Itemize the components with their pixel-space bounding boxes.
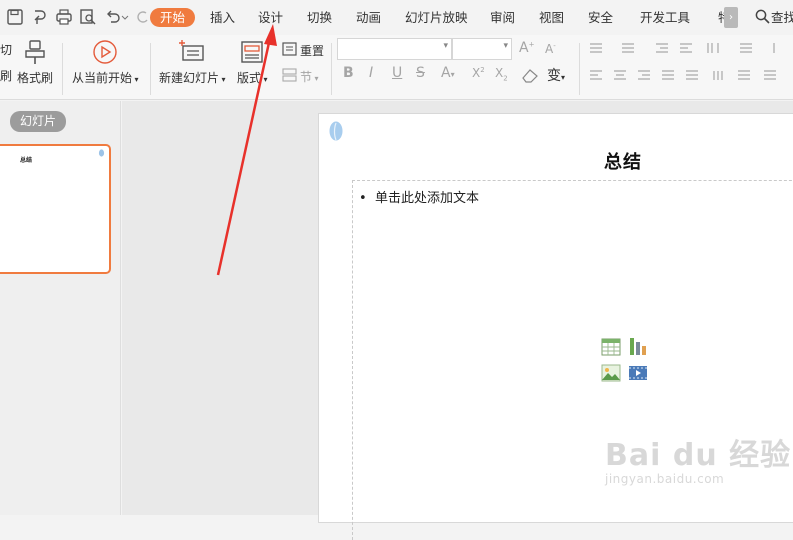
- alignment-tools-icon[interactable]: [588, 68, 788, 82]
- brush-label-partial[interactable]: 刷: [0, 67, 12, 84]
- font-color-icon[interactable]: A▾: [441, 65, 455, 81]
- play-from-current-label: 从当前开始 ▾: [72, 71, 139, 85]
- export-icon[interactable]: [31, 8, 49, 26]
- slide-title[interactable]: 总结: [604, 148, 642, 174]
- decrease-font-icon[interactable]: A-: [545, 42, 556, 56]
- paragraph-tools-icon[interactable]: [588, 41, 788, 55]
- leaf-logo-icon: [329, 121, 343, 141]
- tab-view[interactable]: 视图: [539, 9, 564, 26]
- layout-button[interactable]: 版式 ▾: [237, 39, 268, 86]
- new-slide-icon: [179, 40, 204, 61]
- section-label[interactable]: 节 ▾: [300, 68, 319, 85]
- ribbon-divider: [62, 43, 63, 95]
- watermark-url: jingyan.baidu.com: [605, 472, 725, 486]
- ribbon-toolbar: 切 刷 格式刷 从当前开始 ▾ 新建幻灯片 ▾ 版式 ▾ 重置 节 ▾ ▾ ▾ …: [0, 35, 793, 100]
- search-icon[interactable]: [755, 9, 770, 24]
- ribbon-divider: [579, 43, 580, 95]
- tab-transition[interactable]: 切换: [307, 9, 332, 26]
- text-effect-icon[interactable]: 变▾: [547, 65, 565, 85]
- placeholder-text[interactable]: • 单击此处添加文本: [359, 187, 479, 206]
- watermark: Bai du 经验 jingyan.baidu.com: [605, 430, 791, 486]
- slides-tab[interactable]: 幻灯片: [10, 111, 67, 132]
- print-preview-icon[interactable]: [79, 8, 97, 26]
- tab-design[interactable]: 设计: [258, 9, 283, 26]
- tab-home[interactable]: 开始: [150, 8, 196, 27]
- thumbnail-title: 总结: [20, 157, 33, 164]
- format-painter-button[interactable]: 格式刷: [17, 39, 53, 86]
- italic-icon[interactable]: I: [369, 65, 373, 81]
- font-name-select[interactable]: ▾: [337, 38, 452, 60]
- tab-slideshow[interactable]: 幻灯片放映: [405, 9, 468, 26]
- new-slide-label: 新建幻灯片 ▾: [159, 71, 226, 85]
- eraser-icon[interactable]: [521, 67, 539, 83]
- tab-animation[interactable]: 动画: [356, 9, 381, 26]
- increase-font-icon[interactable]: A+: [519, 40, 534, 56]
- new-slide-button[interactable]: 新建幻灯片 ▾: [159, 39, 226, 86]
- tab-insert[interactable]: 插入: [210, 9, 235, 26]
- format-painter-icon: [25, 40, 45, 64]
- reset-label[interactable]: 重置: [300, 42, 324, 59]
- superscript-icon[interactable]: X2: [472, 66, 485, 80]
- strikethrough-icon[interactable]: S: [416, 65, 425, 81]
- insert-chart-icon[interactable]: [628, 336, 648, 356]
- chevron-down-icon: ▾: [503, 41, 508, 51]
- tabs-scroll-right-icon[interactable]: ›: [724, 7, 738, 28]
- format-painter-label: 格式刷: [17, 71, 54, 85]
- slide-thumbnail[interactable]: 总结: [0, 144, 111, 274]
- search-label[interactable]: 查找: [771, 9, 793, 26]
- watermark-brand: Bai du 经验: [605, 438, 792, 473]
- print-icon[interactable]: [55, 8, 73, 26]
- ribbon-divider: [150, 43, 151, 95]
- tab-security[interactable]: 安全: [588, 9, 613, 26]
- slide-panel: 幻灯片 总结: [0, 101, 121, 515]
- font-size-select[interactable]: ▾: [452, 38, 512, 60]
- section-icon[interactable]: [282, 68, 297, 82]
- content-placeholder[interactable]: • 单击此处添加文本: [352, 180, 793, 540]
- undo-dropdown-icon[interactable]: [121, 8, 129, 26]
- insert-video-icon[interactable]: [628, 364, 648, 382]
- insert-picture-icon[interactable]: [601, 364, 621, 382]
- cut-label[interactable]: 切: [0, 41, 12, 58]
- undo-icon[interactable]: [104, 8, 122, 26]
- layout-icon: [241, 41, 263, 63]
- reset-icon[interactable]: [282, 42, 297, 56]
- insert-table-icon[interactable]: [601, 338, 621, 356]
- save-icon[interactable]: [6, 8, 24, 26]
- underline-icon[interactable]: U: [392, 65, 402, 81]
- tab-developer[interactable]: 开发工具: [640, 9, 690, 26]
- play-from-current-button[interactable]: 从当前开始 ▾: [72, 39, 139, 86]
- leaf-logo-icon: [98, 149, 105, 157]
- tab-review[interactable]: 审阅: [490, 9, 515, 26]
- layout-label: 版式 ▾: [237, 71, 268, 85]
- ribbon-divider: [331, 43, 332, 95]
- chevron-down-icon: ▾: [443, 41, 448, 51]
- play-circle-icon: [93, 40, 117, 64]
- subscript-icon[interactable]: X2: [495, 66, 508, 82]
- menu-bar: 开始 插入 设计 切换 动画 幻灯片放映 审阅 视图 安全 开发工具 特 › 查…: [0, 0, 793, 35]
- bold-icon[interactable]: B: [343, 65, 354, 81]
